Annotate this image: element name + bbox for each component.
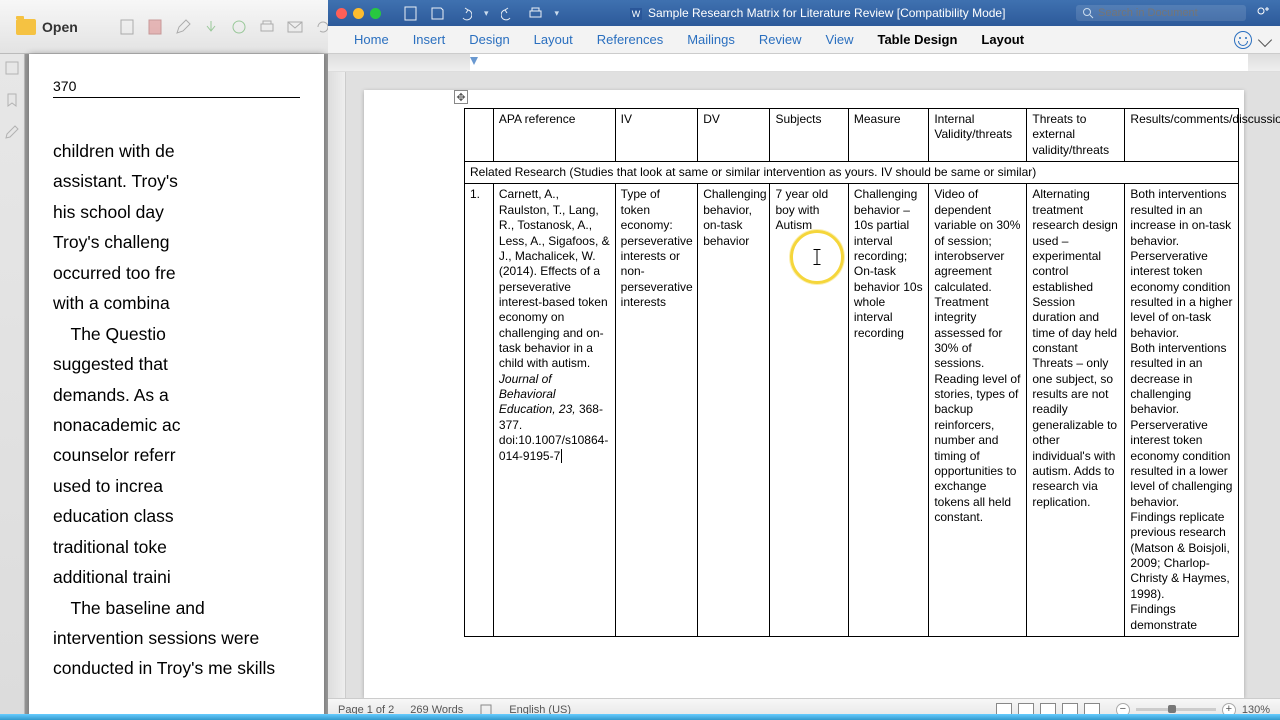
pdf-icon[interactable] xyxy=(118,18,136,36)
tab-references[interactable]: References xyxy=(585,26,675,53)
doc-title: W Sample Research Matrix for Literature … xyxy=(567,6,1068,20)
cell-measure[interactable]: Challenging behavior – 10s partial inter… xyxy=(848,184,928,636)
edit-icon[interactable] xyxy=(174,18,192,36)
section-row[interactable]: Related Research (Studies that look at s… xyxy=(465,162,1239,184)
dock-edge xyxy=(0,714,1280,720)
minimize-icon[interactable] xyxy=(353,8,364,19)
print-icon[interactable] xyxy=(258,18,276,36)
research-matrix-table[interactable]: APA reference IV DV Subjects Measure Int… xyxy=(464,108,1239,637)
th-internal[interactable]: Internal Validity/threats xyxy=(929,109,1027,162)
word-window: ▾ ▾ W Sample Research Matrix for Literat… xyxy=(328,0,1280,720)
tab-view[interactable]: View xyxy=(814,26,866,53)
th-iv[interactable]: IV xyxy=(615,109,698,162)
close-icon[interactable] xyxy=(336,8,347,19)
th-measure[interactable]: Measure xyxy=(848,109,928,162)
save-icon[interactable] xyxy=(430,6,445,21)
redo-icon[interactable] xyxy=(501,6,516,21)
pdf2-icon[interactable] xyxy=(146,18,164,36)
pencil-icon xyxy=(4,124,20,140)
print-icon[interactable] xyxy=(528,6,543,21)
search-icon xyxy=(1082,7,1094,19)
tab-layout[interactable]: Layout xyxy=(522,26,585,53)
mail-icon[interactable] xyxy=(286,18,304,36)
collapse-ribbon-icon[interactable] xyxy=(1258,32,1272,46)
folder-icon xyxy=(16,19,36,35)
tab-table-layout[interactable]: Layout xyxy=(969,26,1036,53)
cell-subjects[interactable]: 7 year old boy with Autism xyxy=(770,184,848,636)
cell-iv[interactable]: Type of token economy: perseverative int… xyxy=(615,184,698,636)
word-titlebar: ▾ ▾ W Sample Research Matrix for Literat… xyxy=(328,0,1280,26)
cell-results[interactable]: Both interventions resulted in an increa… xyxy=(1125,184,1239,636)
preview-body-text: children with de assistant. Troy's his s… xyxy=(53,136,300,684)
preview-tool-icons xyxy=(118,18,332,36)
zoom-icon[interactable] xyxy=(370,8,381,19)
tab-table-design[interactable]: Table Design xyxy=(865,26,969,53)
vertical-ruler[interactable] xyxy=(328,72,346,698)
cell-internal[interactable]: Video of dependent variable on 30% of se… xyxy=(929,184,1027,636)
th-results[interactable]: Results/comments/discussion xyxy=(1125,109,1239,162)
undo-icon[interactable] xyxy=(457,6,472,21)
tab-home[interactable]: Home xyxy=(342,26,401,53)
tab-insert[interactable]: Insert xyxy=(401,26,458,53)
preview-viewport: 370 children with de assistant. Troy's h… xyxy=(25,54,328,720)
cell-threats[interactable]: Alternating treatment research design us… xyxy=(1027,184,1125,636)
mac-sidebar-strip xyxy=(0,0,25,720)
cell-dv[interactable]: Challenging behavior, on-task behavior xyxy=(698,184,770,636)
ribbon-tabs: Home Insert Design Layout References Mai… xyxy=(328,26,1280,54)
th-threats[interactable]: Threats to external validity/threats xyxy=(1027,109,1125,162)
tab-review[interactable]: Review xyxy=(747,26,814,53)
open-button[interactable]: Open xyxy=(6,15,88,39)
table-move-handle[interactable]: ✥ xyxy=(454,90,468,104)
svg-text:W: W xyxy=(631,9,640,19)
save-doc-icon[interactable] xyxy=(403,6,418,21)
feedback-icon[interactable] xyxy=(1234,31,1252,49)
preview-toolbar: Open xyxy=(0,0,328,54)
th-subjects[interactable]: Subjects xyxy=(770,109,848,162)
stack-icon xyxy=(4,60,20,76)
preview-sheet: 370 children with de assistant. Troy's h… xyxy=(29,54,324,720)
th-num[interactable] xyxy=(465,109,494,162)
tab-mailings[interactable]: Mailings xyxy=(675,26,747,53)
search-box[interactable] xyxy=(1076,5,1246,21)
traffic-lights[interactable] xyxy=(336,8,381,19)
share-icon[interactable] xyxy=(1254,4,1272,22)
th-dv[interactable]: DV xyxy=(698,109,770,162)
bookmark-icon xyxy=(4,92,20,108)
cell-num[interactable]: 1. xyxy=(465,184,494,636)
zoom-slider[interactable] xyxy=(1136,708,1216,711)
th-apa[interactable]: APA reference xyxy=(493,109,615,162)
document-area: ✥ APA reference IV DV Subjects Measure I… xyxy=(328,72,1280,698)
table-row[interactable]: 1. Carnett, A., Raulston, T., Lang, R., … xyxy=(465,184,1239,636)
tab-design[interactable]: Design xyxy=(457,26,521,53)
document-page[interactable]: ✥ APA reference IV DV Subjects Measure I… xyxy=(364,90,1244,698)
search-input[interactable] xyxy=(1098,7,1238,19)
open-label: Open xyxy=(42,19,78,35)
globe-icon[interactable] xyxy=(230,18,248,36)
horizontal-ruler[interactable] xyxy=(328,54,1280,72)
cell-apa[interactable]: Carnett, A., Raulston, T., Lang, R., Tos… xyxy=(493,184,615,636)
preview-page-number: 370 xyxy=(53,78,300,98)
arrow-icon[interactable] xyxy=(202,18,220,36)
